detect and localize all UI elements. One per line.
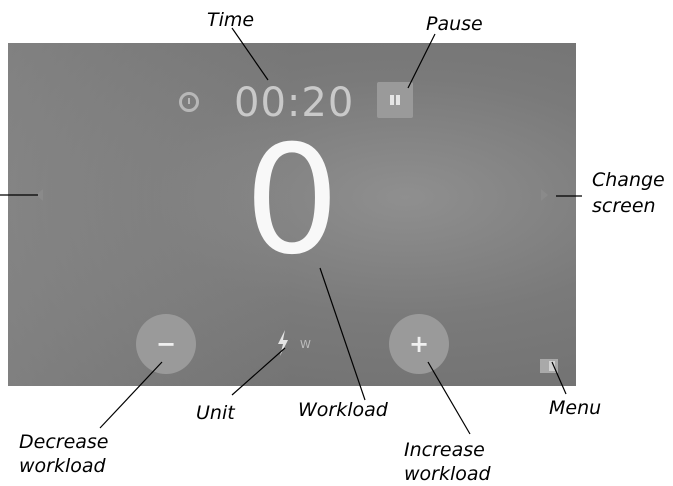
callout-menu: Menu: [549, 397, 602, 419]
pause-icon: [390, 95, 400, 105]
unit-label: W: [300, 338, 311, 351]
callout-increase-line2: workload: [404, 463, 491, 485]
callout-pause: Pause: [426, 13, 483, 35]
timer-icon: [179, 92, 199, 112]
callout-decrease-line2: workload: [19, 455, 106, 477]
callout-decrease-line1: Decrease: [19, 431, 109, 453]
chevron-left-icon[interactable]: [36, 189, 43, 201]
decrease-workload-button[interactable]: −: [136, 314, 196, 374]
menu-icon[interactable]: [540, 359, 558, 373]
pause-button[interactable]: [377, 82, 413, 118]
plus-icon: +: [408, 330, 430, 358]
callout-increase-line1: Increase: [404, 439, 485, 461]
callout-time: Time: [207, 9, 255, 31]
device-screen: 00:20 0 − W +: [8, 43, 576, 386]
callout-unit: Unit: [196, 402, 235, 424]
callout-change-screen-line2: screen: [592, 195, 656, 217]
workload-value: 0: [244, 114, 340, 288]
increase-workload-button[interactable]: +: [389, 314, 449, 374]
callout-workload: Workload: [298, 399, 388, 421]
minus-icon: −: [155, 330, 177, 358]
callout-change-screen-line1: Change: [592, 169, 665, 191]
lightning-bolt-icon: [278, 330, 288, 356]
chevron-right-icon[interactable]: [541, 189, 548, 201]
